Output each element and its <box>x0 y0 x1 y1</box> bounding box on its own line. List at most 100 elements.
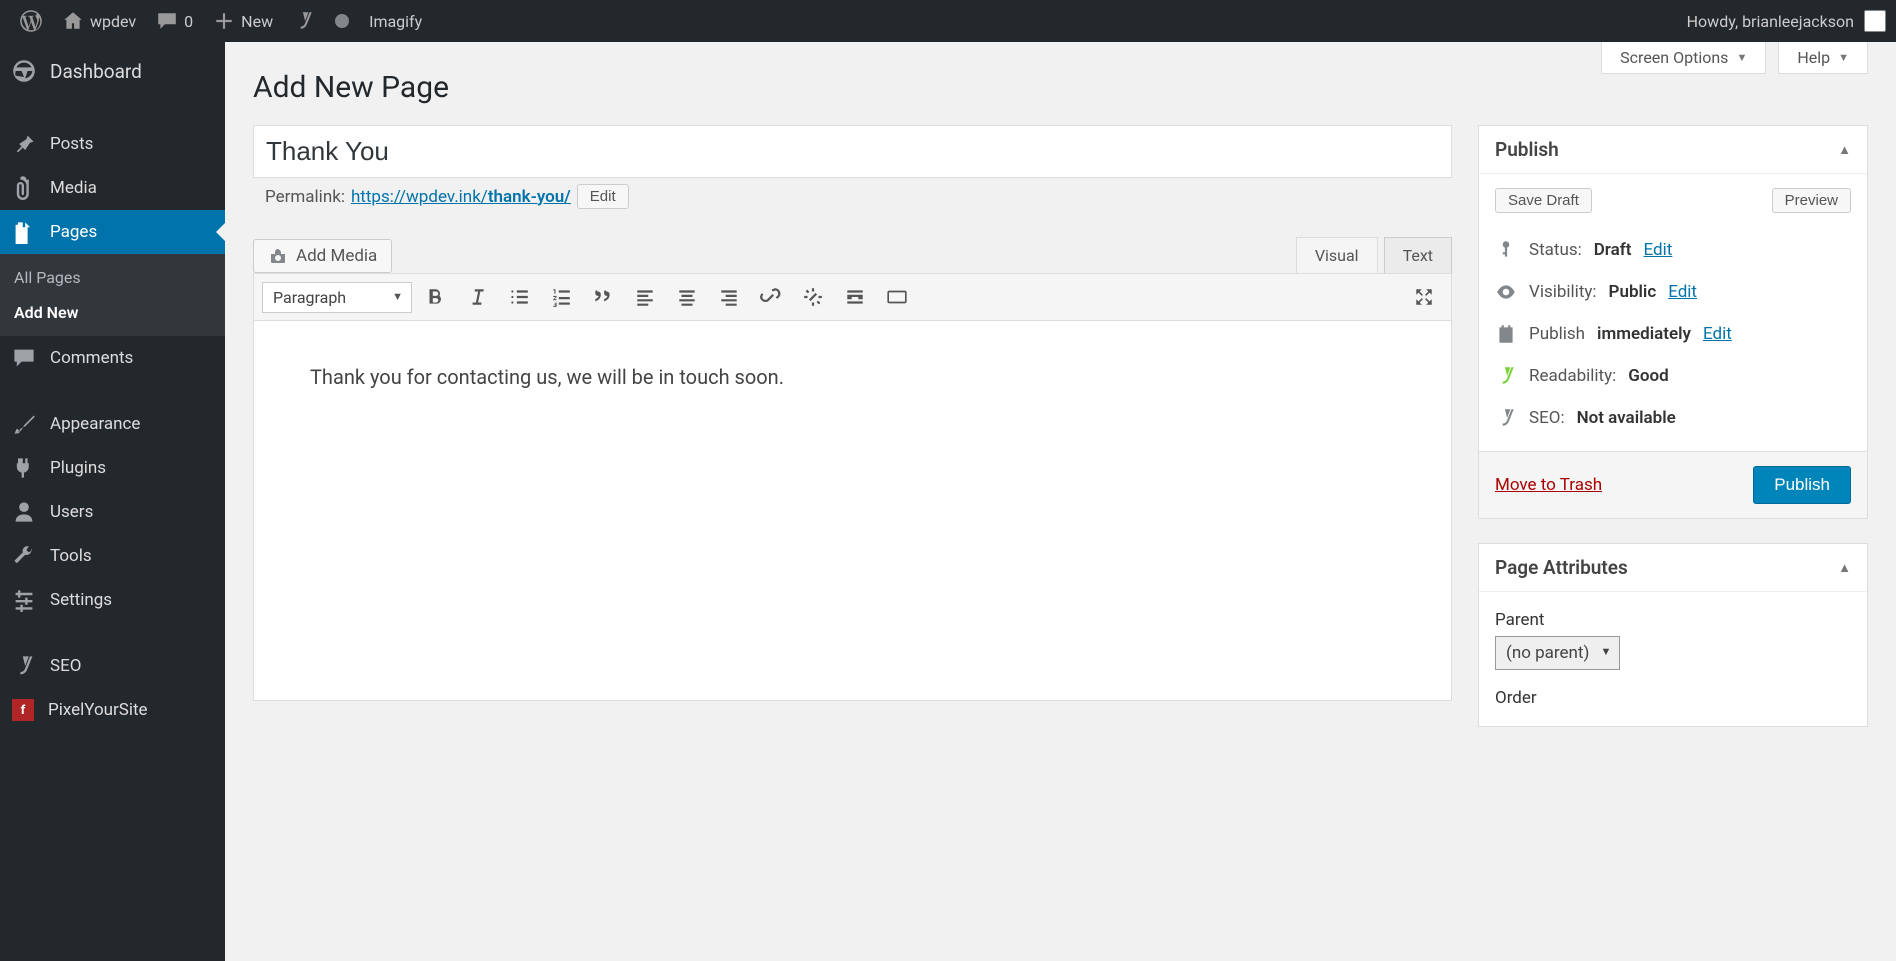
sidebar-sub-all-pages[interactable]: All Pages <box>0 260 225 295</box>
collapse-icon[interactable]: ▲ <box>1838 560 1851 576</box>
permalink-link[interactable]: https://wpdev.ink/thank-you/ <box>351 187 571 207</box>
chevron-down-icon: ▼ <box>1736 51 1747 64</box>
align-center-button[interactable] <box>668 280 706 314</box>
sidebar-label-dashboard: Dashboard <box>50 60 142 83</box>
sidebar-item-posts[interactable]: Posts <box>0 122 225 166</box>
publish-box-header[interactable]: Publish ▲ <box>1479 126 1867 174</box>
sidebar-label-tools: Tools <box>50 546 92 566</box>
key-icon <box>1495 239 1517 261</box>
align-left-icon <box>634 286 656 308</box>
pixelyoursite-icon: f <box>12 699 34 721</box>
help-toggle[interactable]: Help ▼ <box>1778 42 1868 74</box>
add-media-button[interactable]: Add Media <box>253 239 392 273</box>
screen-meta-links: Screen Options ▼ Help ▼ <box>1601 42 1868 74</box>
editor-tab-visual[interactable]: Visual <box>1296 237 1378 273</box>
more-button[interactable] <box>836 280 874 314</box>
italic-icon <box>466 286 488 308</box>
link-button[interactable] <box>752 280 790 314</box>
brush-icon <box>12 412 36 436</box>
editor-toolbar: Paragraph <box>253 273 1452 321</box>
sidebar-item-plugins[interactable]: Plugins <box>0 446 225 490</box>
page-heading: Add New Page <box>253 70 1868 105</box>
status-indicator[interactable] <box>325 0 359 42</box>
comments-bubble[interactable]: 0 <box>146 0 203 42</box>
publish-schedule-row: Publish immediately Edit <box>1495 313 1851 355</box>
yoast-adminbar[interactable] <box>283 0 325 42</box>
wordpress-icon <box>20 10 42 32</box>
sidebar-sub-add-new[interactable]: Add New <box>0 295 225 330</box>
bold-icon <box>424 286 446 308</box>
move-to-trash-link[interactable]: Move to Trash <box>1495 475 1602 495</box>
status-edit-link[interactable]: Edit <box>1644 240 1673 260</box>
quote-button[interactable] <box>584 280 622 314</box>
parent-select[interactable]: (no parent) <box>1495 636 1620 670</box>
save-draft-button[interactable]: Save Draft <box>1495 188 1592 213</box>
permalink-edit-button[interactable]: Edit <box>577 184 629 209</box>
sidebar-item-pages[interactable]: Pages <box>0 210 225 254</box>
howdy-text[interactable]: Howdy, brianleejackson <box>1687 12 1854 31</box>
site-home[interactable]: wpdev <box>52 0 146 42</box>
bold-button[interactable] <box>416 280 454 314</box>
schedule-edit-link[interactable]: Edit <box>1703 324 1732 344</box>
user-icon <box>12 500 36 524</box>
comments-count: 0 <box>184 12 193 31</box>
eye-icon <box>1495 281 1517 303</box>
readability-value: Good <box>1628 366 1668 386</box>
user-avatar[interactable] <box>1864 10 1886 32</box>
editor-content-area[interactable]: Thank you for contacting us, we will be … <box>253 321 1452 701</box>
format-select[interactable]: Paragraph <box>262 282 412 313</box>
attributes-box-header[interactable]: Page Attributes ▲ <box>1479 544 1867 592</box>
fullscreen-button[interactable] <box>1405 280 1443 314</box>
seo-value: Not available <box>1577 408 1676 428</box>
ol-button[interactable] <box>542 280 580 314</box>
readability-row: Readability: Good <box>1495 355 1851 397</box>
sidebar-label-comments: Comments <box>50 348 133 368</box>
new-label: New <box>241 12 273 31</box>
collapse-icon[interactable]: ▲ <box>1838 142 1851 158</box>
publish-button[interactable]: Publish <box>1753 466 1851 504</box>
publish-actions: Move to Trash Publish <box>1479 451 1867 518</box>
status-value: Draft <box>1594 240 1632 260</box>
chevron-down-icon: ▼ <box>1838 51 1849 64</box>
toolbar-toggle-button[interactable] <box>878 280 916 314</box>
sidebar-item-users[interactable]: Users <box>0 490 225 534</box>
link-icon <box>760 286 782 308</box>
ul-button[interactable] <box>500 280 538 314</box>
italic-button[interactable] <box>458 280 496 314</box>
sidebar-label-media: Media <box>50 178 97 198</box>
sidebar-item-dashboard[interactable]: Dashboard <box>0 42 225 100</box>
screen-options-toggle[interactable]: Screen Options ▼ <box>1601 42 1766 74</box>
preview-button[interactable]: Preview <box>1772 188 1851 213</box>
new-content[interactable]: New <box>203 0 283 42</box>
wp-logo[interactable] <box>10 0 52 42</box>
publish-status-row: Status: Draft Edit <box>1495 229 1851 271</box>
unlink-button[interactable] <box>794 280 832 314</box>
align-left-button[interactable] <box>626 280 664 314</box>
sidebar-item-appearance[interactable]: Appearance <box>0 402 225 446</box>
imagify-adminbar[interactable]: Imagify <box>359 0 432 42</box>
sidebar-item-tools[interactable]: Tools <box>0 534 225 578</box>
sidebar-item-settings[interactable]: Settings <box>0 578 225 622</box>
title-wrap <box>253 125 1452 178</box>
align-right-button[interactable] <box>710 280 748 314</box>
plus-icon <box>213 10 235 32</box>
sidebar-label-plugins: Plugins <box>50 458 106 478</box>
sidebar-label-posts: Posts <box>50 134 93 154</box>
sidebar-item-pixelyoursite[interactable]: f PixelYourSite <box>0 688 225 732</box>
sidebar-item-media[interactable]: Media <box>0 166 225 210</box>
yoast-seo-icon <box>1495 407 1517 429</box>
editor-tab-text[interactable]: Text <box>1384 237 1452 273</box>
list-ul-icon <box>508 286 530 308</box>
sidebar-label-users: Users <box>50 502 93 522</box>
post-title-input[interactable] <box>264 130 1441 173</box>
order-label: Order <box>1495 688 1851 708</box>
sidebar-label-seo: SEO <box>50 656 81 676</box>
yoast-sidebar-icon <box>12 654 36 678</box>
sidebar-item-comments[interactable]: Comments <box>0 336 225 380</box>
sidebar-item-seo[interactable]: SEO <box>0 644 225 688</box>
visibility-edit-link[interactable]: Edit <box>1668 282 1697 302</box>
home-icon <box>62 10 84 32</box>
sidebar-label-appearance: Appearance <box>50 414 140 434</box>
quote-icon <box>592 286 614 308</box>
editor-sidebar: Publish ▲ Save Draft Preview Status: Dra… <box>1478 125 1868 751</box>
